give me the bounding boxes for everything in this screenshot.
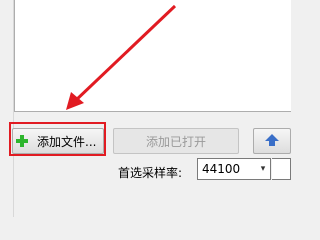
move-up-button[interactable]	[253, 128, 291, 154]
sample-rate-label: 首选采样率:	[118, 166, 183, 180]
sample-rate-select[interactable]: 44100 ▾	[197, 158, 271, 180]
left-panel-edge	[0, 0, 14, 217]
up-arrow-icon	[264, 133, 280, 150]
file-list[interactable]	[14, 0, 291, 112]
sample-rate-value: 44100	[202, 162, 241, 176]
add-opened-button[interactable]: 添加已打开	[113, 128, 239, 154]
annotation-highlight-box	[9, 122, 106, 156]
chevron-down-icon[interactable]: ▾	[256, 164, 270, 174]
sample-rate-side-box	[272, 158, 291, 180]
add-opened-label: 添加已打开	[145, 134, 206, 149]
